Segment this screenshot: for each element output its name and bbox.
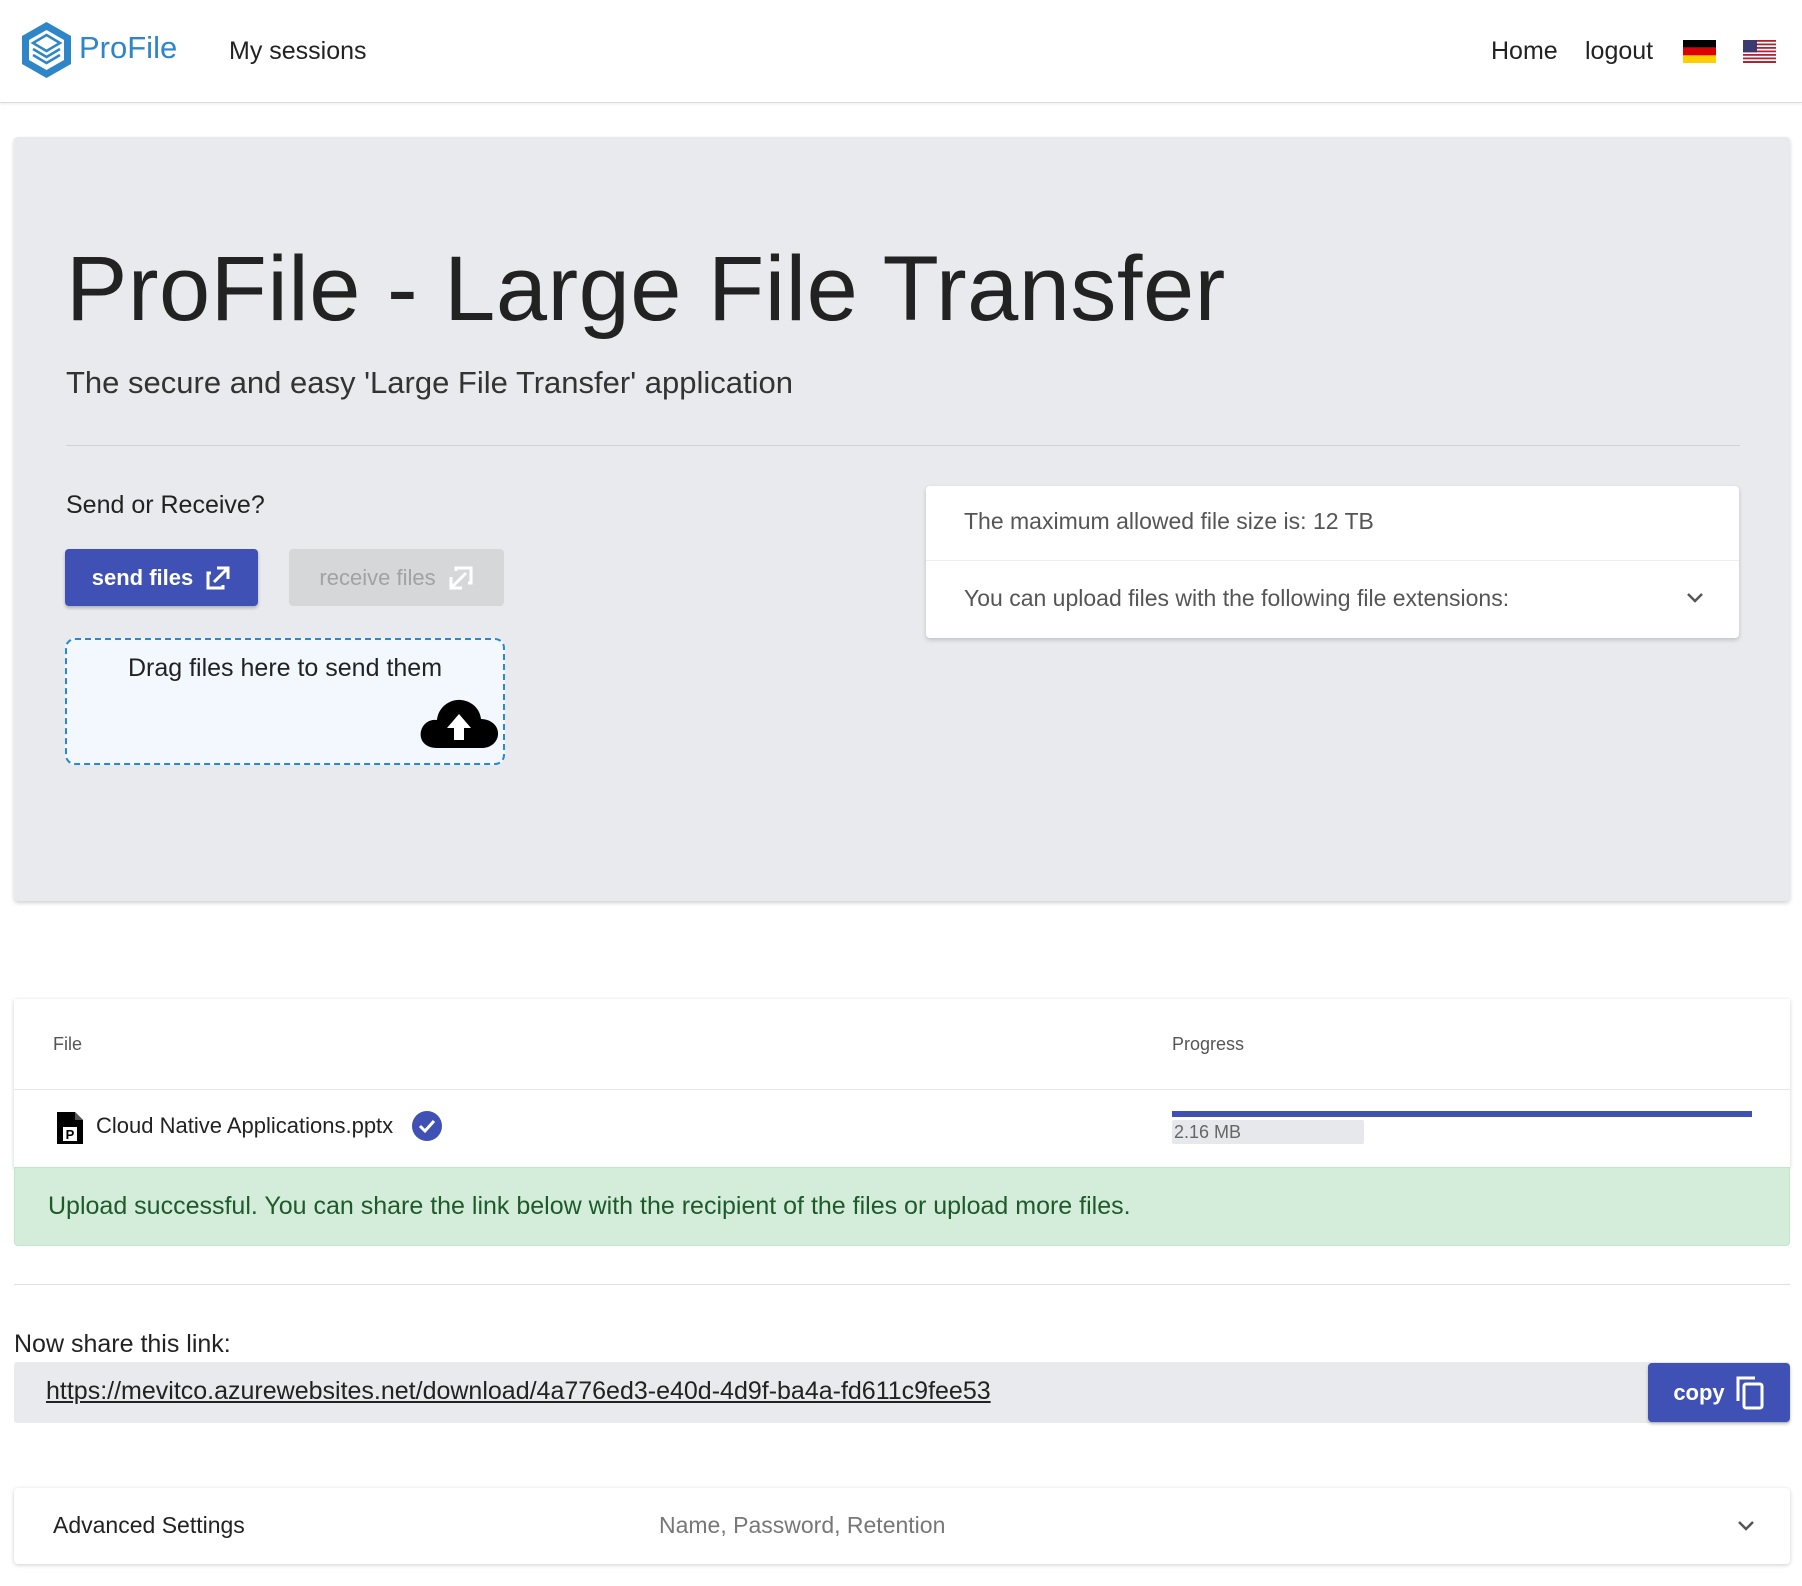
- copy-link-button[interactable]: copy: [1648, 1363, 1790, 1422]
- nav-my-sessions-link[interactable]: My sessions: [229, 37, 367, 66]
- arrow-up-right-icon: [206, 566, 230, 589]
- page-title: ProFile - Large File Transfer: [66, 238, 1226, 340]
- send-or-receive-label: Send or Receive?: [66, 491, 265, 519]
- svg-text:P: P: [66, 1127, 75, 1142]
- files-table: File Progress P Cloud Native Application…: [14, 999, 1790, 1168]
- receive-files-label: receive files: [319, 564, 436, 590]
- top-navbar: ProFile My sessions Home logout: [0, 0, 1802, 103]
- chevron-down-icon: [1687, 593, 1703, 603]
- file-dropzone[interactable]: Drag files here to send them: [65, 638, 505, 765]
- hero-panel: ProFile - Large File Transfer The secure…: [14, 137, 1790, 901]
- cloud-upload-icon: [420, 699, 499, 748]
- share-link[interactable]: https://mevitco.azurewebsites.net/downlo…: [46, 1377, 991, 1406]
- upload-progress-bar: [1172, 1111, 1752, 1117]
- advanced-settings-title: Advanced Settings: [53, 1512, 245, 1538]
- share-link-box: https://mevitco.azurewebsites.net/downlo…: [14, 1362, 1790, 1423]
- check-circle-icon: [412, 1111, 442, 1141]
- arrow-down-left-icon: [449, 566, 473, 589]
- column-header-progress: Progress: [1172, 1034, 1245, 1054]
- dropzone-text: Drag files here to send them: [127, 654, 443, 682]
- advanced-settings-description: Name, Password, Retention: [659, 1512, 946, 1538]
- file-extensions-expander[interactable]: You can upload files with the following …: [926, 561, 1739, 638]
- nav-home-link[interactable]: Home: [1491, 37, 1558, 66]
- file-extensions-text: You can upload files with the following …: [964, 585, 1510, 611]
- file-size-badge: 2.16 MB: [1172, 1120, 1364, 1144]
- advanced-settings-expander[interactable]: Advanced Settings Name, Password, Retent…: [14, 1488, 1790, 1564]
- send-files-button[interactable]: send files: [65, 549, 258, 606]
- divider: [14, 1284, 1790, 1285]
- us-flag-icon[interactable]: [1743, 40, 1776, 63]
- nav-logout-link[interactable]: logout: [1585, 37, 1653, 66]
- profile-logo-icon[interactable]: [19, 20, 74, 80]
- copy-button-label: copy: [1673, 1379, 1725, 1405]
- brand-name[interactable]: ProFile: [79, 30, 177, 66]
- upload-progress-fill: [1172, 1111, 1752, 1117]
- divider: [66, 445, 1740, 446]
- german-flag-icon[interactable]: [1683, 40, 1716, 63]
- upload-success-message: Upload successful. You can share the lin…: [48, 1192, 1131, 1220]
- max-file-size-text: The maximum allowed file size is: 12 TB: [964, 508, 1374, 534]
- column-header-file: File: [53, 1034, 83, 1054]
- send-files-label: send files: [91, 564, 194, 590]
- divider: [14, 1089, 1790, 1090]
- receive-files-button[interactable]: receive files: [289, 549, 504, 606]
- file-name: Cloud Native Applications.pptx: [96, 1113, 394, 1138]
- copy-icon: [1736, 1376, 1764, 1409]
- share-link-label: Now share this link:: [14, 1330, 231, 1358]
- powerpoint-file-icon: P: [57, 1112, 83, 1144]
- upload-info-card: The maximum allowed file size is: 12 TB …: [926, 486, 1739, 638]
- upload-success-alert: Upload successful. You can share the lin…: [14, 1167, 1790, 1246]
- page-subtitle: The secure and easy 'Large File Transfer…: [66, 365, 793, 400]
- chevron-down-icon: [1738, 1521, 1754, 1531]
